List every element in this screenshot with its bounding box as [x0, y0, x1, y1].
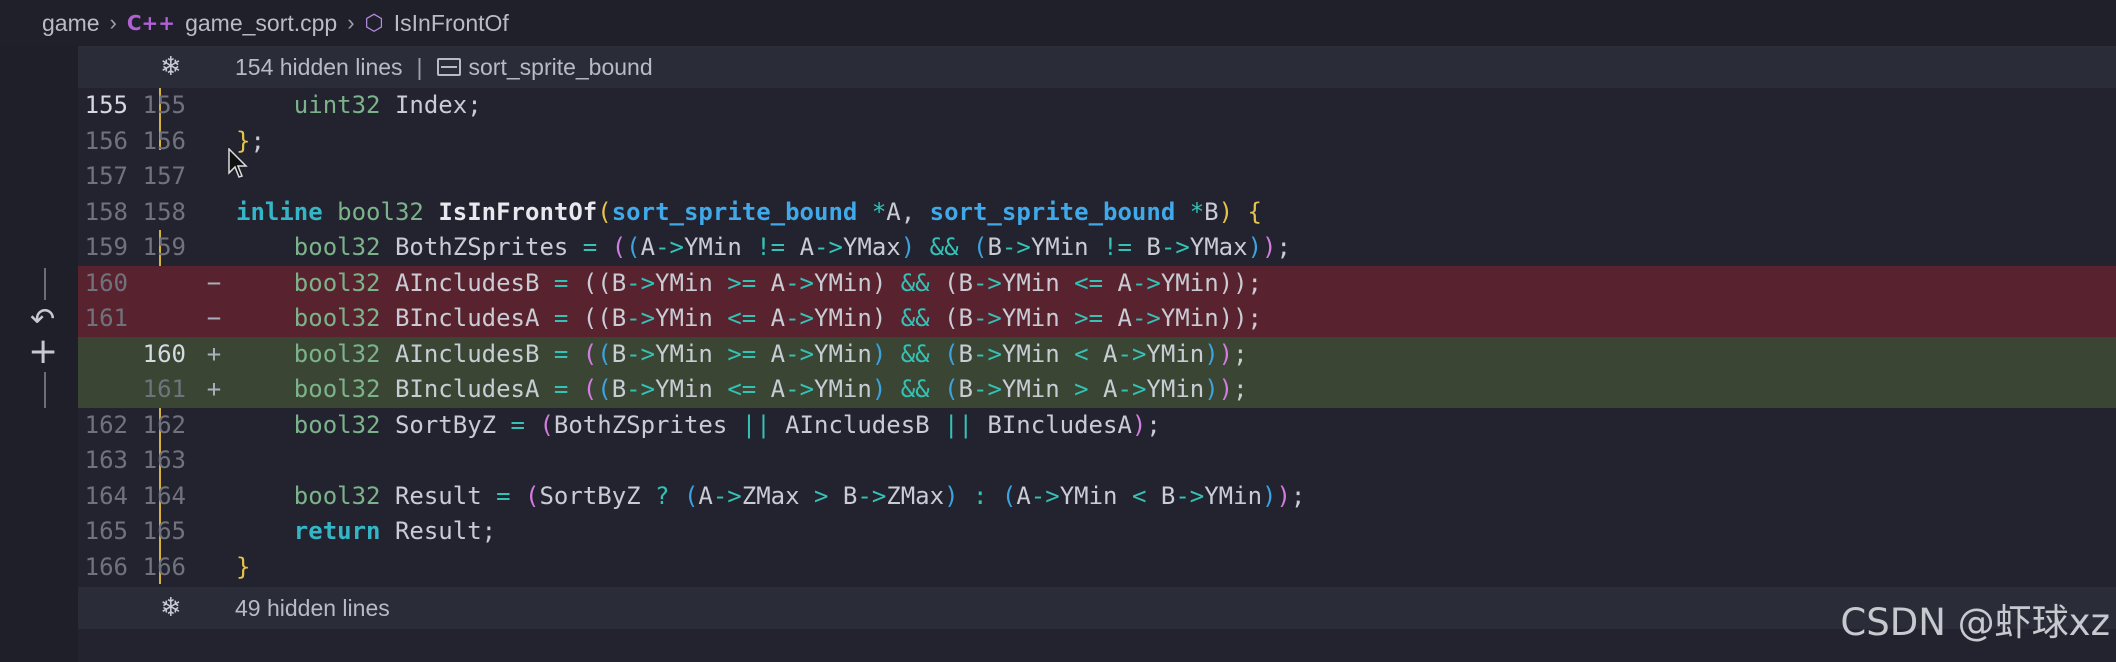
breadcrumb: game › C++ game_sort.cpp › ⬡ IsInFrontOf — [0, 0, 2116, 46]
folded-region-bottom[interactable]: ❄ 49 hidden lines — [78, 587, 2116, 629]
plus-marker-icon: + — [206, 339, 222, 368]
unfold-icon[interactable]: ❄ — [160, 52, 182, 82]
cpp-file-icon: C++ — [126, 11, 176, 35]
hidden-lines-label: 49 hidden lines — [235, 594, 390, 621]
minus-icon: − — [206, 268, 222, 297]
code-text: bool32 SortByZ = (BothZSprites || AInclu… — [293, 410, 1161, 439]
line-number-new: 166 — [142, 552, 186, 581]
line-number-old: 159 — [84, 233, 128, 261]
chevron-right-icon: › — [109, 10, 117, 35]
hidden-lines-label: 154 hidden lines — [235, 53, 403, 80]
struct-icon — [436, 58, 461, 76]
code-text: uint32 Index; — [293, 91, 482, 119]
code-text: return Result; — [293, 517, 497, 545]
code-line[interactable]: 164 164 bool32 Result = (SortByZ ? (A->Z… — [78, 479, 2116, 515]
deleted-line[interactable]: 161 − bool32 BIncludesA = ((B->YMin <= A… — [78, 301, 2116, 337]
fold-symbol-label: sort_sprite_bound — [468, 53, 653, 80]
line-number-old: 161 — [84, 304, 128, 332]
code-line[interactable]: 159 159 bool32 BothZSprites = ((A->YMin … — [78, 230, 2116, 266]
line-number-new: 155 — [142, 91, 186, 119]
line-number-new: 161 — [142, 375, 186, 403]
line-number-old: 157 — [84, 162, 128, 190]
add-icon[interactable]: + — [28, 334, 58, 370]
folded-region-top[interactable]: ❄ 154 hidden lines | sort_sprite_bound — [78, 46, 2116, 88]
line-number-old: 162 — [84, 410, 128, 439]
line-number-old: 160 — [84, 268, 128, 297]
code-line[interactable]: 166 166 } — [78, 550, 2116, 586]
code-text: } — [236, 552, 251, 581]
code-line[interactable]: 162 162 bool32 SortByZ = (BothZSprites |… — [78, 408, 2116, 444]
code-text: bool32 BIncludesA = ((B->YMin <= A->YMin… — [293, 375, 1248, 403]
line-number-new: 165 — [142, 517, 186, 545]
line-number-new: 157 — [142, 162, 186, 190]
separator: | — [416, 53, 423, 80]
code-line[interactable]: 157 157 — [78, 159, 2116, 195]
code-text: inline bool32 IsInFrontOf(sort_sprite_bo… — [236, 197, 1262, 226]
mouse-pointer-icon — [228, 148, 248, 178]
line-number-old: 165 — [84, 517, 128, 545]
plus-marker-icon: + — [206, 375, 222, 403]
code-text: bool32 Result = (SortByZ ? (A->ZMax > B-… — [293, 481, 1306, 510]
line-number-old: 155 — [84, 91, 128, 119]
code-line[interactable]: 165 165 return Result; — [78, 514, 2116, 550]
diff-bracket-top — [44, 268, 46, 300]
line-number-new: 158 — [142, 197, 186, 226]
code-text: bool32 AIncludesB = ((B->YMin >= A->YMin… — [293, 339, 1248, 368]
code-text: bool32 BothZSprites = ((A->YMin != A->YM… — [293, 233, 1291, 261]
line-number-old: 156 — [84, 126, 128, 155]
line-number-old: 166 — [84, 552, 128, 581]
watermark: CSDN @虾球xz — [1840, 601, 2110, 644]
breadcrumb-file[interactable]: game_sort.cpp — [185, 10, 337, 37]
added-line[interactable]: 160 + bool32 AIncludesB = ((B->YMin >= A… — [78, 336, 2116, 372]
breadcrumb-symbol[interactable]: IsInFrontOf — [394, 10, 509, 37]
deleted-line[interactable]: 160 − bool32 AIncludesB = ((B->YMin >= A… — [78, 265, 2116, 301]
code-line[interactable]: 156 156 }; — [78, 124, 2116, 160]
diff-bracket-bottom — [44, 372, 46, 408]
line-number-new: 162 — [142, 410, 186, 439]
line-number-new: 163 — [142, 446, 186, 474]
added-line[interactable]: 161 + bool32 BIncludesA = ((B->YMin <= A… — [78, 372, 2116, 408]
line-number-new: 159 — [142, 233, 186, 261]
line-number-old: 158 — [84, 197, 128, 226]
line-number-old: 164 — [84, 481, 128, 510]
unfold-icon[interactable]: ❄ — [160, 593, 182, 623]
minus-icon: − — [206, 304, 222, 332]
chevron-right-icon: › — [347, 10, 355, 35]
code-line[interactable]: 155 155 uint32 Index; — [78, 88, 2116, 124]
code-line[interactable]: 163 163 — [78, 443, 2116, 479]
code-text: bool32 BIncludesA = ((B->YMin <= A->YMin… — [293, 304, 1263, 332]
line-number-new: 164 — [142, 481, 186, 510]
line-number-new: 160 — [142, 339, 186, 368]
method-cube-icon: ⬡ — [364, 10, 384, 35]
code-text: bool32 AIncludesB = ((B->YMin >= A->YMin… — [293, 268, 1263, 297]
code-line[interactable]: 158 158 inline bool32 IsInFrontOf(sort_s… — [78, 195, 2116, 231]
line-number-new: 156 — [142, 126, 186, 155]
line-number-old: 163 — [84, 446, 128, 474]
breadcrumb-folder[interactable]: game — [42, 10, 100, 37]
